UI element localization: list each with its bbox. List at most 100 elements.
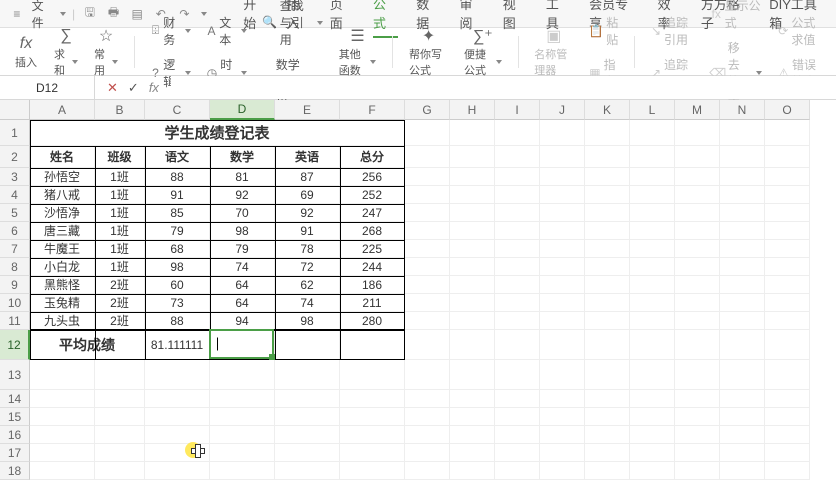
- cell[interactable]: [275, 426, 340, 444]
- preview-icon[interactable]: ▤: [128, 5, 146, 23]
- cell[interactable]: [765, 330, 810, 360]
- cell[interactable]: [405, 444, 450, 462]
- cell[interactable]: [210, 408, 275, 426]
- cell[interactable]: [630, 294, 675, 312]
- cell[interactable]: [495, 444, 540, 462]
- cell[interactable]: [765, 120, 810, 146]
- cell[interactable]: [585, 426, 630, 444]
- cell[interactable]: [765, 146, 810, 168]
- table-cell[interactable]: 62: [275, 276, 340, 294]
- row-header-4[interactable]: 4: [0, 186, 30, 204]
- row-header-11[interactable]: 11: [0, 312, 30, 330]
- cell[interactable]: [405, 426, 450, 444]
- cell[interactable]: [495, 426, 540, 444]
- cell[interactable]: [675, 330, 720, 360]
- col-header-N[interactable]: N: [720, 100, 765, 120]
- cell[interactable]: [450, 258, 495, 276]
- show-formula-button[interactable]: fx显示公式: [707, 0, 767, 34]
- table-cell[interactable]: 72: [275, 258, 340, 276]
- table-cell[interactable]: 1班: [95, 168, 145, 186]
- row-header-9[interactable]: 9: [0, 276, 30, 294]
- cell[interactable]: [450, 186, 495, 204]
- cell[interactable]: [540, 146, 585, 168]
- cell[interactable]: [540, 294, 585, 312]
- table-cell[interactable]: 225: [340, 240, 405, 258]
- cell[interactable]: [720, 390, 765, 408]
- table-cell[interactable]: 244: [340, 258, 405, 276]
- cell[interactable]: [720, 120, 765, 146]
- cell[interactable]: [210, 360, 275, 390]
- cell[interactable]: [540, 204, 585, 222]
- col-header-J[interactable]: J: [540, 100, 585, 120]
- row-header-13[interactable]: 13: [0, 360, 30, 390]
- cell[interactable]: [540, 186, 585, 204]
- cell[interactable]: [585, 146, 630, 168]
- cell[interactable]: [450, 204, 495, 222]
- row-header-6[interactable]: 6: [0, 222, 30, 240]
- cell[interactable]: [720, 146, 765, 168]
- cell[interactable]: [585, 390, 630, 408]
- cell[interactable]: [405, 408, 450, 426]
- col-header-F[interactable]: F: [340, 100, 405, 120]
- tab-视图[interactable]: 视图: [503, 0, 528, 38]
- table-cell[interactable]: 1班: [95, 186, 145, 204]
- table-cell[interactable]: 64: [210, 294, 275, 312]
- cell[interactable]: [450, 444, 495, 462]
- cell[interactable]: [720, 312, 765, 330]
- cell[interactable]: [405, 276, 450, 294]
- table-cell[interactable]: 牛魔王: [30, 240, 95, 258]
- cell[interactable]: [765, 294, 810, 312]
- table-cell[interactable]: 87: [275, 168, 340, 186]
- table-cell[interactable]: 211: [340, 294, 405, 312]
- cell[interactable]: [585, 462, 630, 480]
- cell[interactable]: [585, 258, 630, 276]
- cell[interactable]: [630, 186, 675, 204]
- cell[interactable]: [495, 204, 540, 222]
- avg-cell[interactable]: [275, 330, 340, 360]
- cell[interactable]: [765, 462, 810, 480]
- cell[interactable]: [405, 120, 450, 146]
- cell[interactable]: [340, 444, 405, 462]
- col-header-K[interactable]: K: [585, 100, 630, 120]
- cell[interactable]: [145, 360, 210, 390]
- cell[interactable]: [495, 276, 540, 294]
- save-icon[interactable]: 🖫: [81, 5, 99, 23]
- cell[interactable]: [450, 312, 495, 330]
- cell[interactable]: [540, 360, 585, 390]
- cell[interactable]: [720, 240, 765, 258]
- col-header-A[interactable]: A: [30, 100, 95, 120]
- cell[interactable]: [630, 426, 675, 444]
- cell[interactable]: [765, 312, 810, 330]
- table-cell[interactable]: 92: [275, 204, 340, 222]
- table-cell[interactable]: 猪八戒: [30, 186, 95, 204]
- name-box[interactable]: D12: [0, 76, 95, 99]
- cell[interactable]: [405, 462, 450, 480]
- cell[interactable]: [30, 444, 95, 462]
- cell[interactable]: [585, 444, 630, 462]
- cell[interactable]: [275, 360, 340, 390]
- cell[interactable]: [95, 360, 145, 390]
- cell[interactable]: [450, 390, 495, 408]
- row-header-15[interactable]: 15: [0, 408, 30, 426]
- table-cell[interactable]: 256: [340, 168, 405, 186]
- cell[interactable]: [405, 258, 450, 276]
- cell[interactable]: [495, 462, 540, 480]
- cell[interactable]: [720, 330, 765, 360]
- cell[interactable]: [495, 330, 540, 360]
- table-cell[interactable]: 68: [145, 240, 210, 258]
- row-header-2[interactable]: 2: [0, 146, 30, 168]
- cell[interactable]: [540, 426, 585, 444]
- cell[interactable]: [30, 462, 95, 480]
- table-cell[interactable]: 280: [340, 312, 405, 330]
- cell[interactable]: [630, 222, 675, 240]
- cell[interactable]: [720, 204, 765, 222]
- cell[interactable]: [630, 390, 675, 408]
- cell[interactable]: [95, 408, 145, 426]
- cell[interactable]: [450, 168, 495, 186]
- cell[interactable]: [450, 276, 495, 294]
- col-header-O[interactable]: O: [765, 100, 810, 120]
- print-icon[interactable]: 🖶: [105, 5, 123, 23]
- table-cell[interactable]: 91: [145, 186, 210, 204]
- cell[interactable]: [630, 168, 675, 186]
- table-cell[interactable]: 1班: [95, 204, 145, 222]
